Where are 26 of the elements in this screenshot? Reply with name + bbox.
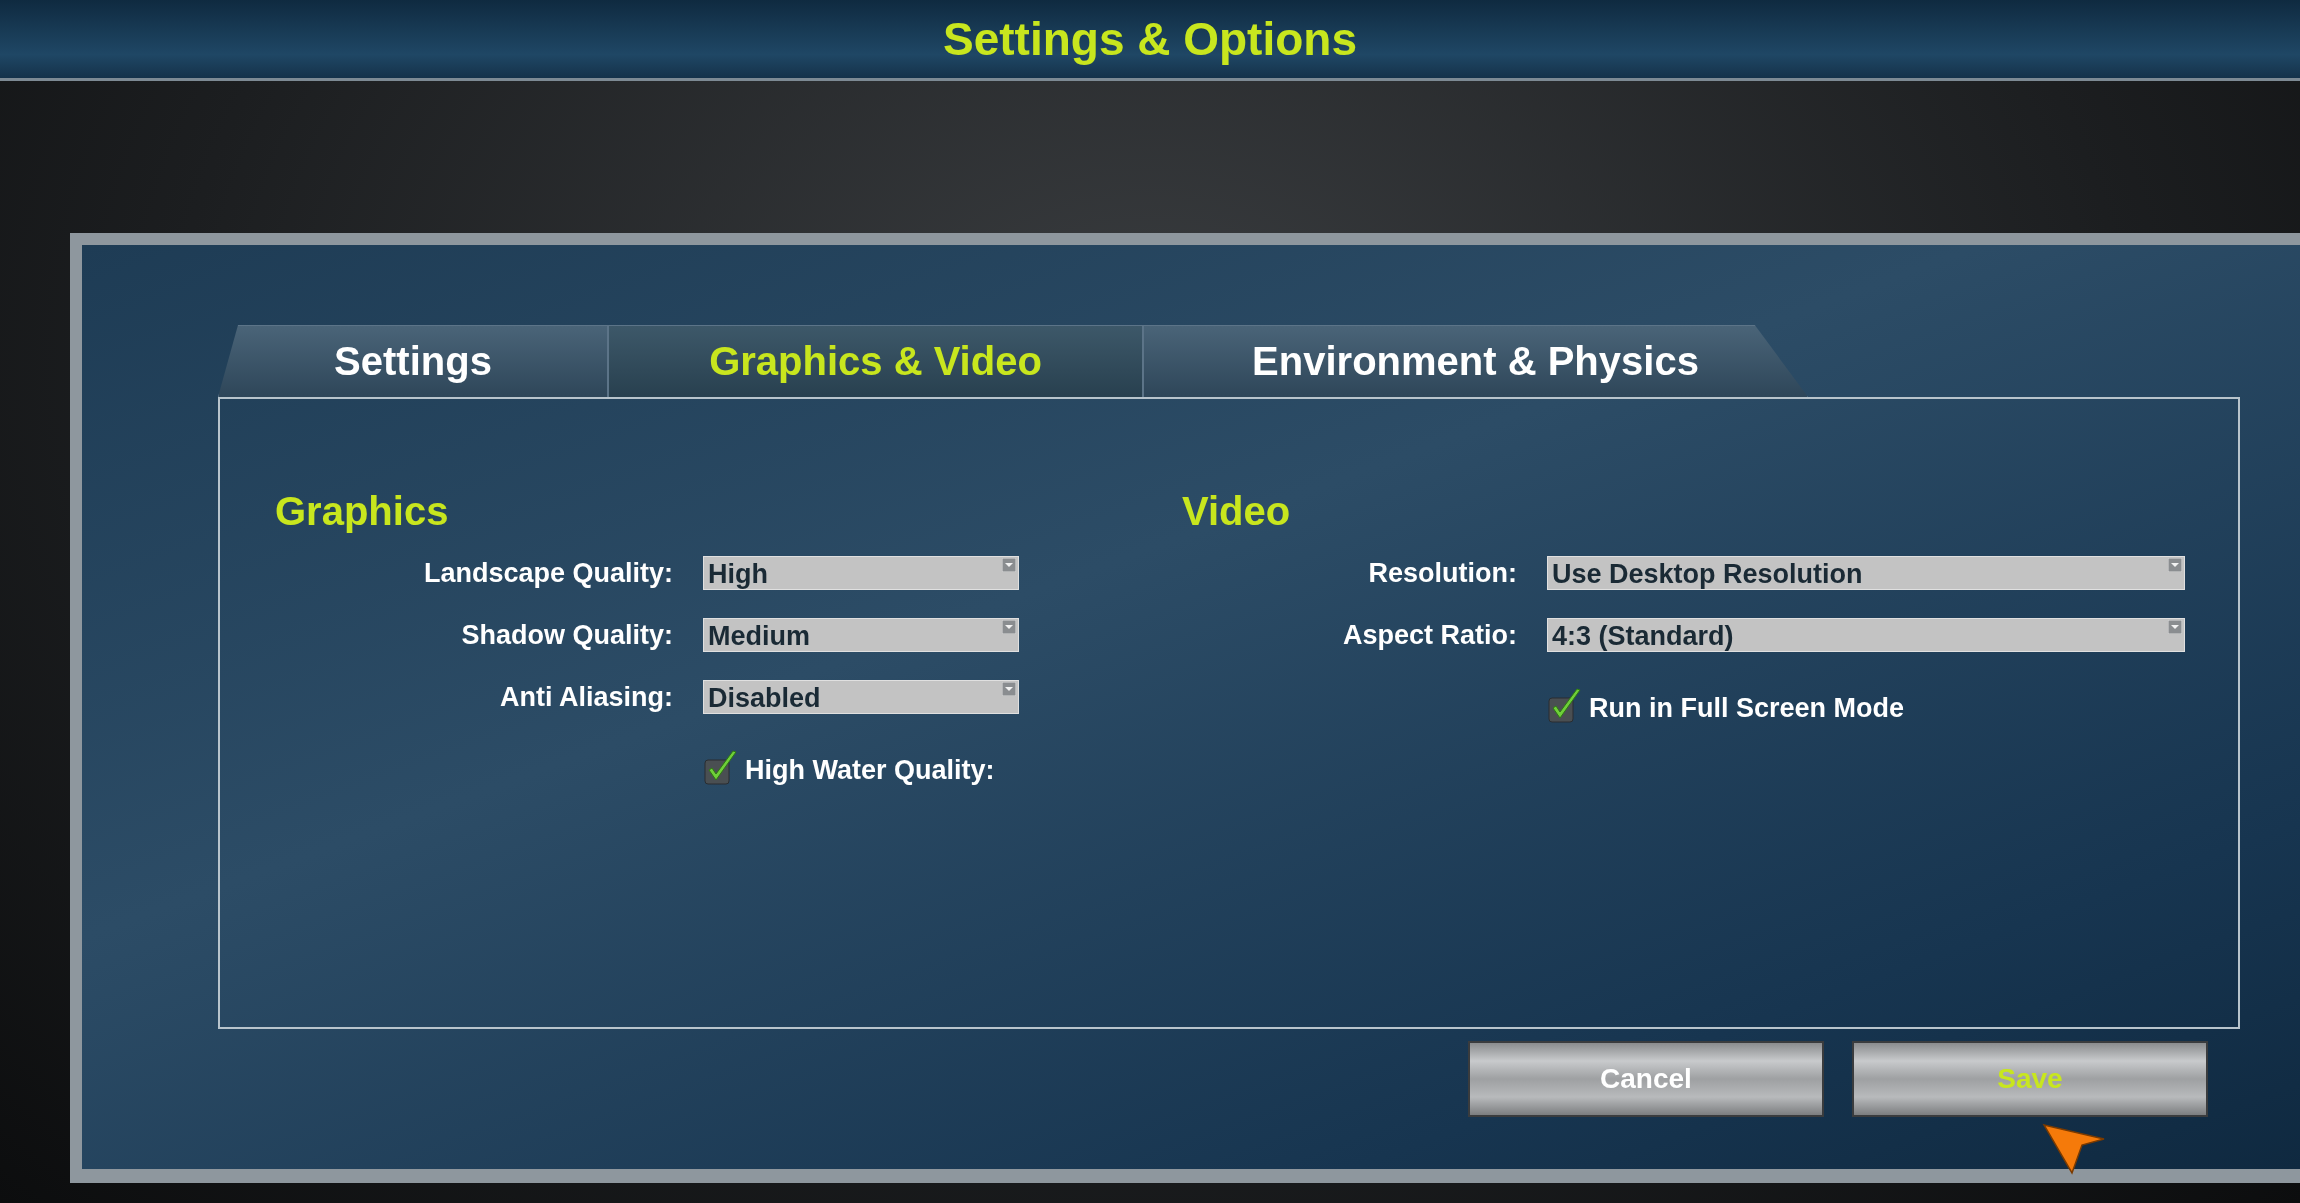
dropdown[interactable]: High bbox=[703, 556, 1019, 590]
dropdown[interactable]: Use Desktop Resolution bbox=[1547, 556, 2185, 590]
caret-icon bbox=[1002, 620, 1016, 634]
field-label: Landscape Quality: bbox=[422, 557, 673, 589]
tab[interactable]: Graphics & Video bbox=[608, 325, 1143, 397]
checkbox-label: High Water Quality: bbox=[745, 755, 995, 786]
field-label: Shadow Quality: bbox=[460, 619, 673, 651]
caret-icon bbox=[2168, 620, 2182, 634]
section-heading: Graphics bbox=[275, 489, 450, 534]
tab[interactable]: Settings bbox=[218, 325, 608, 397]
caret-icon bbox=[2168, 558, 2182, 572]
section-heading: Video bbox=[1182, 489, 1292, 534]
dropdown[interactable]: Medium bbox=[703, 618, 1019, 652]
field-label: Resolution: bbox=[1367, 557, 1517, 589]
dropdown[interactable]: Disabled bbox=[703, 680, 1019, 714]
checkbox-label: Run in Full Screen Mode bbox=[1589, 693, 1905, 724]
field-label: Aspect Ratio: bbox=[1341, 619, 1517, 651]
caret-icon bbox=[1002, 558, 1016, 572]
screen-title: Settings & Options bbox=[943, 12, 1357, 66]
cursor-arrow-icon bbox=[2042, 1123, 2106, 1175]
field-label: Anti Aliasing: bbox=[499, 681, 673, 713]
caret-icon bbox=[1002, 682, 1016, 696]
dropdown[interactable]: 4:3 (Standard) bbox=[1547, 618, 2185, 652]
checkbox[interactable] bbox=[1547, 688, 1583, 724]
tab[interactable]: Environment & Physics bbox=[1143, 325, 1808, 397]
checkbox[interactable] bbox=[703, 750, 739, 786]
